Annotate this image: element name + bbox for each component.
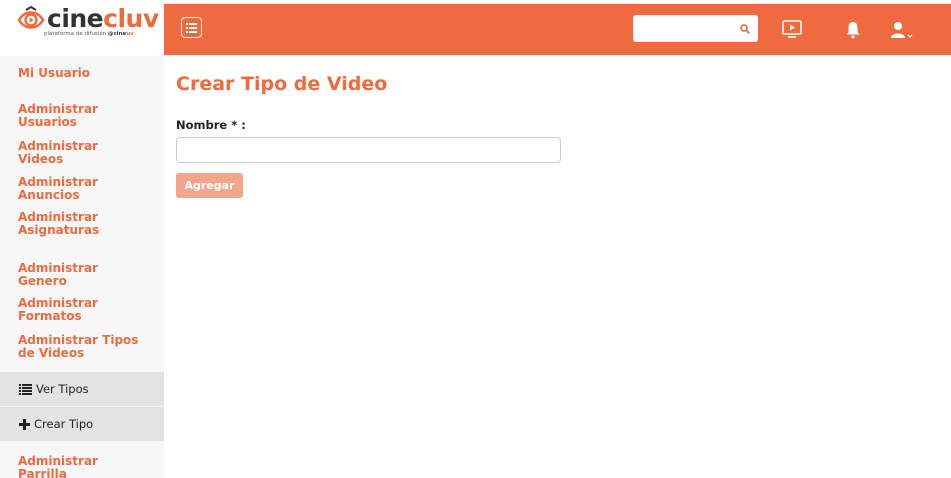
user-menu-icon[interactable] <box>889 20 915 40</box>
eye-logo-icon <box>17 5 45 29</box>
list-icon <box>19 383 32 395</box>
sidebar-toggle-button[interactable] <box>181 17 202 38</box>
search-box <box>633 15 758 42</box>
bell-icon[interactable] <box>843 20 863 40</box>
sidebar-subitem-crear-tipo[interactable]: Crear Tipo <box>0 407 164 442</box>
brand-name-part2: cluv <box>103 4 159 33</box>
plus-icon <box>19 418 30 430</box>
top-navbar <box>164 4 951 55</box>
sidebar-item-mi-usuario[interactable]: Mi Usuario <box>0 67 164 80</box>
search-icon[interactable] <box>740 23 750 34</box>
nombre-label: Nombre * : <box>176 118 246 132</box>
page-title: Crear Tipo de Video <box>176 73 388 95</box>
sidebar-item-usuarios[interactable]: Administrar Usuarios <box>0 103 164 129</box>
tv-icon[interactable] <box>782 19 802 39</box>
brand-wordmark: cinecluv <box>47 4 159 34</box>
menu-icon <box>186 22 197 33</box>
sidebar-item-asignaturas[interactable]: Administrar Asignaturas <box>0 211 130 237</box>
sidebar: Mi Usuario Administrar Usuarios Administ… <box>0 56 164 478</box>
sidebar-item-videos[interactable]: Administrar Videos <box>0 140 164 166</box>
sidebar-subitem-label: Crear Tipo <box>34 417 94 431</box>
search-input[interactable] <box>637 17 732 40</box>
nombre-input[interactable] <box>176 137 561 163</box>
sidebar-item-tipos-videos[interactable]: Administrar Tipos de Videos <box>0 334 160 360</box>
sidebar-item-parrilla[interactable]: Administrar Parrilla <box>0 455 164 478</box>
brand-logo[interactable]: cinecluv plataforma de difusión @cineuv <box>0 0 164 56</box>
agregar-button[interactable]: Agregar <box>176 173 243 198</box>
sidebar-item-formatos[interactable]: Administrar Formatos <box>0 297 164 323</box>
sidebar-subitem-label: Ver Tipos <box>36 382 89 396</box>
brand-tagline-brand-2: uv <box>126 31 134 37</box>
sidebar-subitem-ver-tipos[interactable]: Ver Tipos <box>0 372 164 407</box>
sidebar-item-genero[interactable]: Administrar Genero <box>0 262 164 288</box>
brand-tagline-brand-1: @cine <box>107 31 127 37</box>
brand-tagline-text: plataforma de difusión <box>44 31 107 37</box>
brand-name-part1: cine <box>47 4 104 33</box>
sidebar-item-anuncios[interactable]: Administrar Anuncios <box>0 176 164 202</box>
